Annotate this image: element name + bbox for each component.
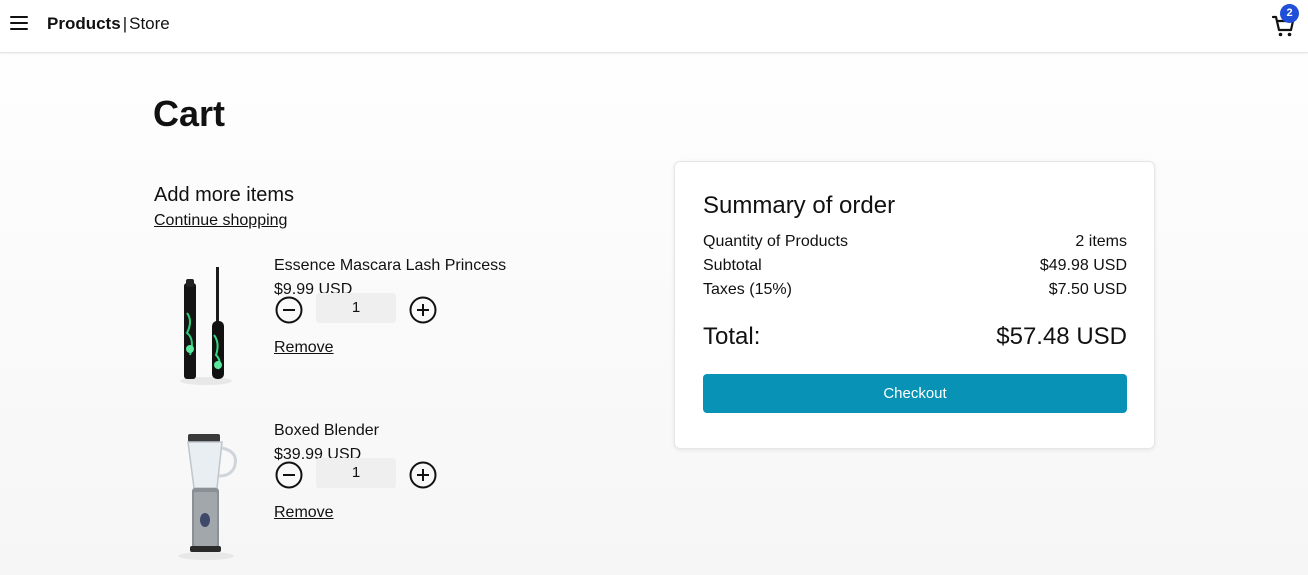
top-navigation-bar: Products | Store 2: [0, 0, 1308, 53]
blender-product-image[interactable]: [172, 422, 238, 560]
minus-circle-icon[interactable]: [274, 460, 304, 490]
cart-item: Boxed Blender $39.99 USD Remove: [154, 422, 604, 572]
quantity-input[interactable]: [316, 293, 396, 323]
plus-circle-icon[interactable]: [408, 460, 438, 490]
remove-item-link[interactable]: Remove: [274, 504, 334, 522]
summary-title: Summary of order: [703, 192, 896, 219]
taxes-value: $7.50 USD: [1048, 281, 1127, 298]
brand-separator: |: [122, 14, 128, 33]
page-title: Cart: [153, 93, 226, 134]
mascara-product-image[interactable]: [172, 257, 238, 387]
taxes-label: Taxes (15%): [703, 281, 792, 298]
add-more-heading: Add more items: [154, 184, 295, 206]
remove-item-link[interactable]: Remove: [274, 339, 334, 357]
cart-count-badge: 2: [1280, 4, 1299, 23]
menu-icon[interactable]: [10, 16, 28, 32]
brand[interactable]: Products | Store: [47, 14, 170, 34]
total-label: Total:: [703, 323, 761, 350]
cart-item: Essence Mascara Lash Princess $9.99 USD …: [154, 257, 604, 407]
quantity-input[interactable]: [316, 458, 396, 488]
item-name[interactable]: Boxed Blender: [274, 422, 379, 440]
quantity-value: 2 items: [1075, 233, 1127, 250]
minus-circle-icon[interactable]: [274, 295, 304, 325]
order-summary-card: Summary of order Quantity of Products 2 …: [674, 161, 1155, 449]
subtotal-label: Subtotal: [703, 257, 762, 274]
quantity-label: Quantity of Products: [703, 233, 848, 250]
plus-circle-icon[interactable]: [408, 295, 438, 325]
checkout-button[interactable]: Checkout: [703, 374, 1127, 413]
brand-store: Store: [129, 14, 170, 33]
brand-products: Products: [47, 14, 121, 33]
subtotal-value: $49.98 USD: [1039, 257, 1127, 274]
total-value: $57.48 USD: [996, 323, 1127, 350]
item-name[interactable]: Essence Mascara Lash Princess: [274, 257, 506, 275]
continue-shopping-link[interactable]: Continue shopping: [154, 212, 287, 230]
